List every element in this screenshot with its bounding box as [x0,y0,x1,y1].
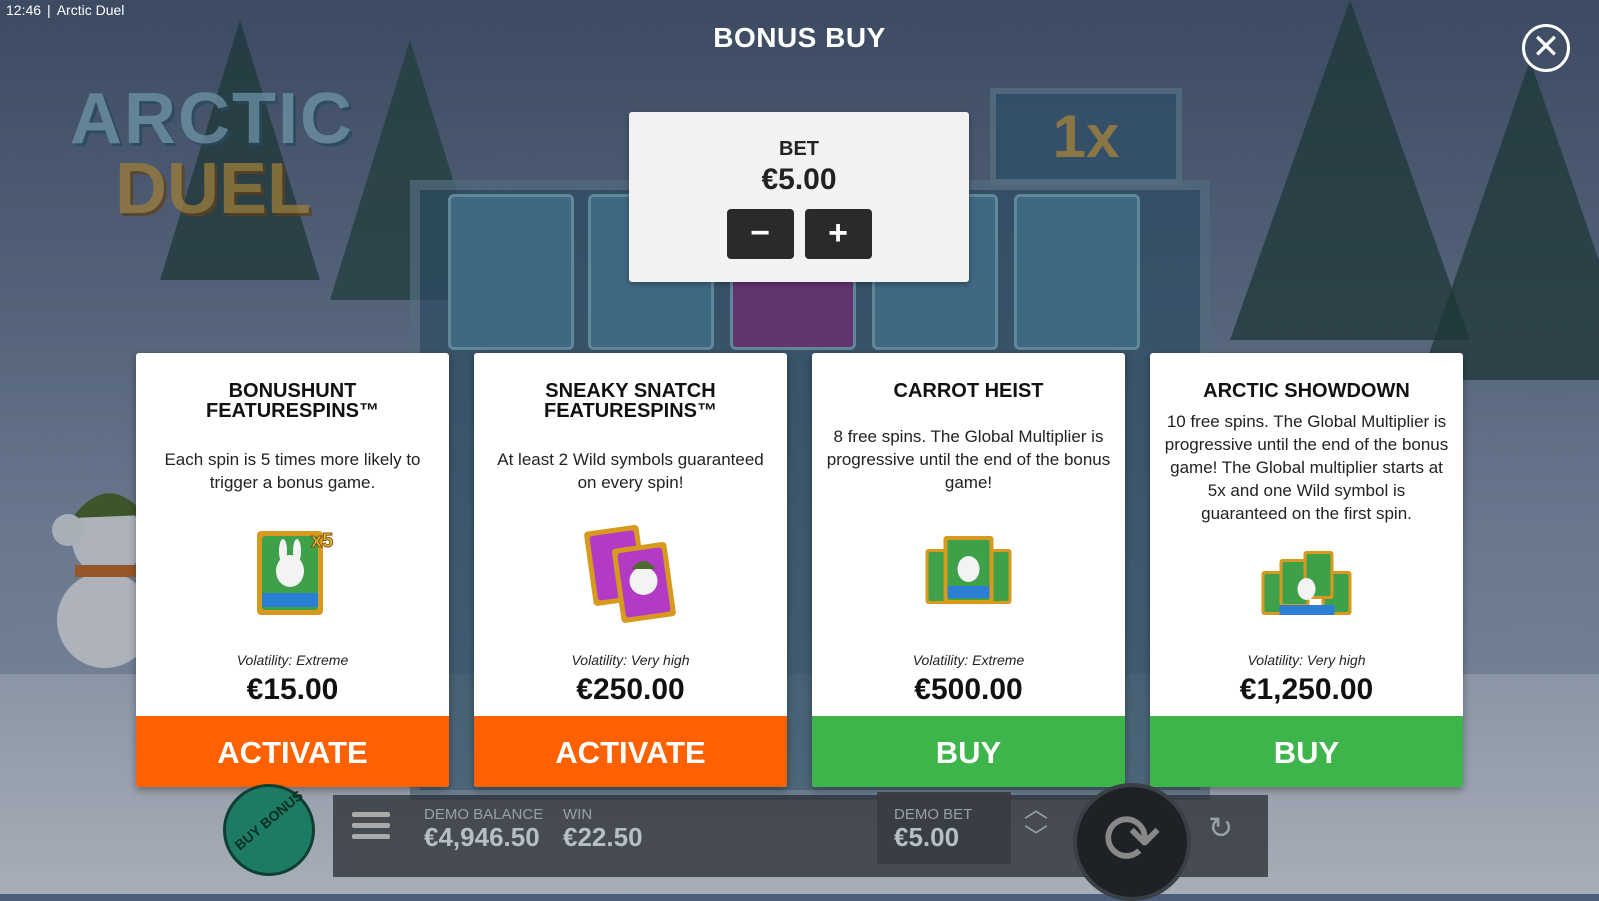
demo-balance-value: €4,946.50 [424,822,540,852]
spin-button[interactable]: ⟳ [1073,783,1191,901]
demo-bet-label: DEMO BET [894,806,973,823]
bet-increase-button[interactable]: + [804,209,872,259]
three-scatters-icon [925,536,1011,604]
buy-bonus-button[interactable]: BUY BONUS [223,784,315,876]
chevron-down-icon[interactable]: ﹀ [1024,824,1048,852]
bet-arrows[interactable]: ︿ ﹀ [1024,796,1048,852]
spin-icon: ⟳ [1102,800,1162,878]
scatter-x5-icon: x5 [256,530,333,615]
bet-label: BET [779,138,819,160]
win-value: €22.50 [563,822,643,852]
four-scatters-icon [1261,551,1351,615]
card-price: €250.00 [576,673,685,706]
bonus-card-carrot-heist: CARROT HEIST 8 free spins. The Global Mu… [812,353,1125,787]
bet-decrease-button[interactable]: − [726,209,794,259]
activate-button[interactable]: ACTIVATE [136,716,449,787]
autoplay-icon[interactable]: ↻ [1208,811,1233,846]
card-volatility: Volatility: Very high [1247,652,1366,668]
buy-button[interactable]: BUY [812,716,1125,787]
card-title: CARROT HEIST [822,381,1115,401]
card-title-line1: CARROT HEIST [893,380,1044,402]
card-volatility: Volatility: Very high [571,652,690,668]
status-app-name: Arctic Duel [56,2,125,18]
buy-bonus-label: BUY BONUS [231,787,306,854]
bonus-card-bonushunt: BONUSHUNT FEATURESPINS™ Each spin is 5 t… [136,353,449,787]
bet-value: €5.00 [761,163,837,196]
card-price: €1,250.00 [1239,673,1374,706]
bonus-cards: BONUSHUNT FEATURESPINS™ Each spin is 5 t… [136,353,1463,787]
card-title-line2: FEATURESPINS™ [206,400,379,422]
card-volatility: Volatility: Extreme [236,652,349,668]
bonus-card-arctic-showdown: ARCTIC SHOWDOWN 10 free spins. The Globa… [1150,353,1463,787]
card-description: 8 free spins. The Global Multiplier is p… [826,427,1111,492]
card-title: ARCTIC SHOWDOWN [1160,381,1453,401]
buy-button[interactable]: BUY [1150,716,1463,787]
activate-button[interactable]: ACTIVATE [474,716,787,787]
card-description: 10 free spins. The Global Multiplier is … [1164,412,1449,523]
wild-cards-icon [583,524,676,623]
close-icon: ✕ [1531,28,1561,66]
bonus-card-sneaky-snatch: SNEAKY SNATCH FEATURESPINS™ At least 2 W… [474,353,787,787]
card-title: SNEAKY SNATCH FEATURESPINS™ [484,381,777,421]
card-description: Each spin is 5 times more likely to trig… [164,450,421,492]
close-button[interactable]: ✕ [1522,24,1570,72]
demo-balance-label: DEMO BALANCE [424,806,544,823]
card-title-line1: ARCTIC SHOWDOWN [1203,380,1410,402]
demo-bet-value: €5.00 [894,822,960,852]
card-volatility: Volatility: Extreme [912,652,1025,668]
status-time: 12:46 [6,2,42,18]
card-title-line1: SNEAKY SNATCH [545,380,716,402]
status-separator: | [47,2,51,18]
dialog-title: BONUS BUY [713,22,886,53]
status-bar: 12:46 | Arctic Duel [6,2,130,18]
bet-panel: BET €5.00 − + [629,112,969,282]
card-description: At least 2 Wild symbols guaranteed on ev… [497,450,764,492]
hamburger-menu-icon[interactable] [352,812,390,842]
chevron-up-icon[interactable]: ︿ [1024,796,1048,824]
win-label: WIN [563,806,593,823]
card-title: BONUSHUNT FEATURESPINS™ [146,381,439,421]
card-title-line2: FEATURESPINS™ [544,400,717,422]
svg-text:x5: x5 [311,530,333,552]
card-price: €500.00 [914,673,1023,706]
card-title-line1: BONUSHUNT [228,380,357,402]
card-price: €15.00 [246,673,339,706]
